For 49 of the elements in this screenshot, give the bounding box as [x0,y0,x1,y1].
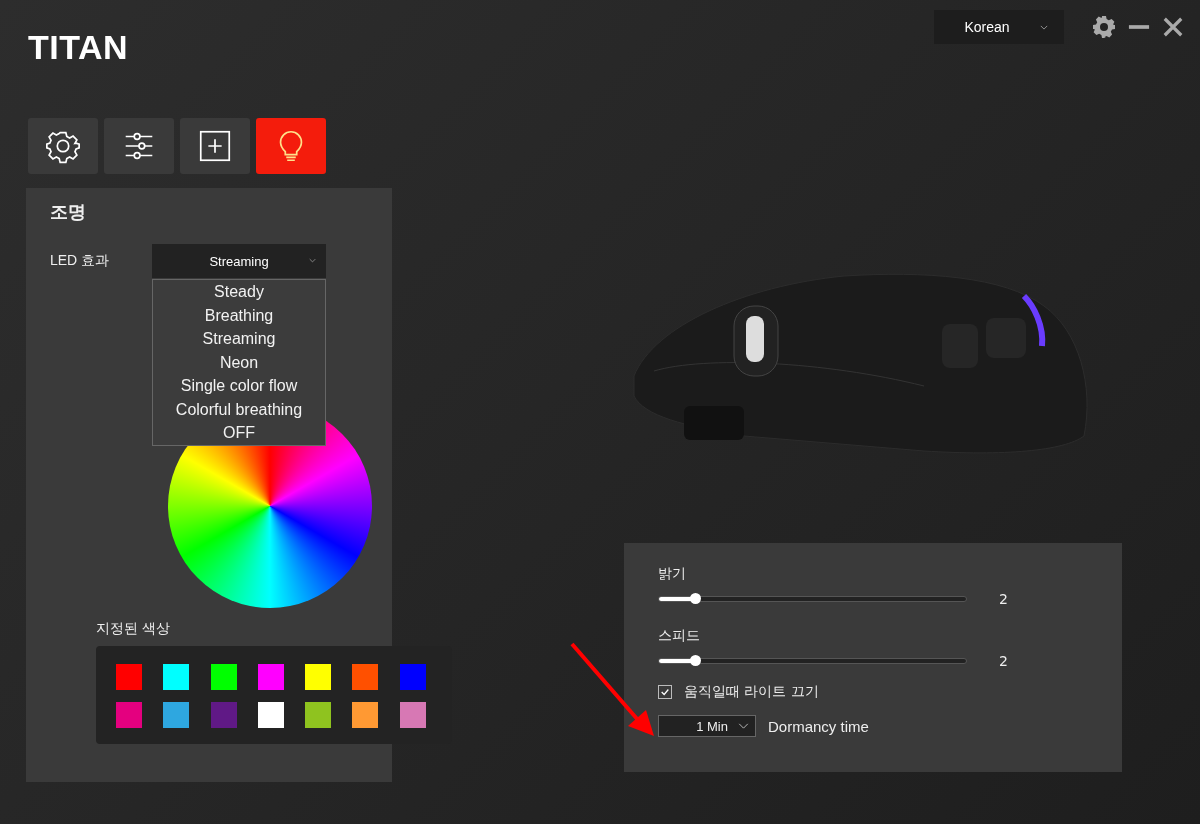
settings-icon[interactable] [1092,15,1116,39]
color-swatch[interactable] [305,702,332,728]
titan-logo: TITAN [28,28,129,67]
slider-label: 밝기 [658,565,687,583]
slider[interactable] [658,596,967,602]
chevron-down-icon [309,258,316,263]
checkbox-label: 움직일때 라이트 끄기 [684,683,819,701]
led-effect-label: LED 효과 [50,252,111,270]
panel-title: 조명 [50,200,87,224]
color-swatch[interactable] [305,664,332,690]
color-swatch[interactable] [163,702,190,728]
sliders-tab[interactable] [104,118,174,174]
chevron-down-icon [738,723,749,729]
color-swatch[interactable] [116,702,142,728]
color-swatch[interactable] [116,664,142,690]
language-dropdown[interactable]: Korean [934,10,1064,44]
slider-value: 2 [999,653,1008,669]
plus-tab[interactable] [180,118,250,174]
bulb-tab[interactable] [256,118,326,174]
color-swatch[interactable] [352,664,379,690]
dropdown-option[interactable]: Colorful breathing [153,397,325,421]
slider-label: 스피드 [658,627,701,645]
color-swatch[interactable] [399,664,426,690]
dormancy-label: Dormancy time [768,717,869,735]
chevron-down-icon [1039,24,1048,30]
dormancy-dropdown[interactable]: 1 Min [658,715,756,737]
dropdown-option[interactable]: Streaming [153,327,325,351]
dropdown-option[interactable]: Steady [153,280,325,304]
slider-thumb[interactable] [689,593,701,604]
gear-tab[interactable] [28,118,98,174]
dropdown-option[interactable]: Single color flow [153,374,325,398]
color-swatch[interactable] [257,702,284,728]
dropdown-option[interactable]: Breathing [153,303,325,327]
color-swatch[interactable] [352,702,379,728]
checkmark-icon [660,687,670,697]
color-swatch[interactable] [210,702,237,728]
led-effect-dropdown[interactable]: Streaming [152,244,326,278]
slider-value: 2 [999,591,1008,607]
preset-colors-label: 지정된 색상 [96,620,172,638]
color-swatch[interactable] [163,664,190,690]
dropdown-option[interactable]: Neon [153,350,325,374]
slider[interactable] [658,658,967,664]
dropdown-option[interactable]: OFF [153,421,325,445]
color-swatch[interactable] [210,664,237,690]
checkbox[interactable] [658,685,672,699]
color-swatch[interactable] [399,702,426,728]
slider-thumb[interactable] [689,655,701,666]
close-icon[interactable] [1162,16,1184,38]
color-swatch[interactable] [257,664,284,690]
